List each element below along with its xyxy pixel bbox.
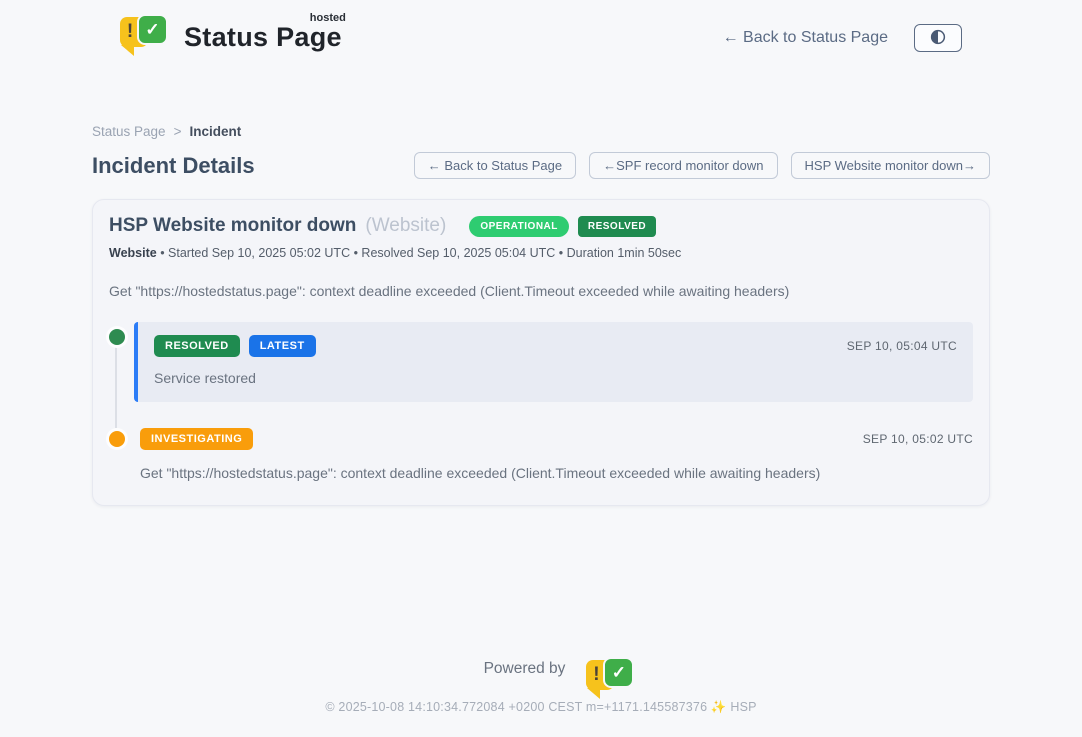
breadcrumb-status-page[interactable]: Status Page — [92, 124, 166, 139]
incident-card: HSP Website monitor down (Website) OPERA… — [92, 199, 990, 506]
incident-title: HSP Website monitor down — [109, 215, 356, 237]
meta-details: • Started Sep 10, 2025 05:02 UTC • Resol… — [160, 246, 681, 260]
status-page-logo-icon: ! ✓ — [120, 14, 168, 58]
latest-badge: LATEST — [249, 335, 316, 357]
timeline-dot-column — [109, 428, 134, 481]
brand-name: Status Page hosted — [184, 22, 342, 53]
resolved-dot-icon — [109, 329, 125, 345]
footer: Powered by ! ✓ © 2025-10-08 14:10:34.772… — [0, 657, 1082, 737]
timeline-entry-header: RESOLVED LATEST SEP 10, 05:04 UTC — [154, 335, 957, 357]
logo-check-bubble: ✓ — [137, 14, 168, 45]
incident-meta: Website • Started Sep 10, 2025 05:02 UTC… — [109, 246, 973, 260]
incident-title-row: HSP Website monitor down (Website) OPERA… — [109, 215, 973, 237]
status-page-app: ! ✓ Status Page hosted ← Back to Status … — [0, 0, 1082, 737]
timeline-timestamp: SEP 10, 05:02 UTC — [863, 432, 973, 446]
timeline-entry-investigating: INVESTIGATING SEP 10, 05:02 UTC Get "htt… — [109, 428, 973, 481]
prev-incident-button[interactable]: ←SPF record monitor down — [589, 152, 777, 179]
title-row: Incident Details ← Back to Status Page ←… — [92, 152, 990, 179]
check-glyph: ✓ — [145, 20, 159, 40]
header-actions: ← Back to Status Page — [723, 24, 962, 52]
timeline-entry-header: INVESTIGATING SEP 10, 05:02 UTC — [140, 428, 973, 450]
meta-service-name: Website — [109, 246, 157, 260]
brand-text: Status Page — [184, 22, 342, 52]
brand-hosted-superscript: hosted — [310, 12, 346, 24]
breadcrumb: Status Page > Incident — [92, 124, 990, 139]
exclaim-glyph: ! — [593, 664, 599, 686]
powered-by-row: Powered by ! ✓ — [0, 657, 1082, 680]
theme-toggle-button[interactable] — [914, 24, 962, 52]
resolved-badge: RESOLVED — [578, 216, 656, 237]
investigating-dot-icon — [109, 431, 125, 447]
investigating-status-badge: INVESTIGATING — [140, 428, 253, 450]
operational-badge: OPERATIONAL — [469, 216, 569, 237]
timeline-entry-latest-box: RESOLVED LATEST SEP 10, 05:04 UTC Servic… — [134, 322, 973, 402]
contrast-icon — [929, 28, 947, 49]
powered-by-logo-icon[interactable]: ! ✓ — [574, 657, 598, 680]
check-glyph: ✓ — [612, 663, 626, 683]
logo-check-bubble: ✓ — [603, 657, 634, 688]
breadcrumb-separator: > — [174, 124, 182, 139]
timeline-message: Get "https://hostedstatus.page": context… — [140, 465, 973, 481]
incident-description: Get "https://hostedstatus.page": context… — [109, 283, 973, 299]
timeline-dot-column — [109, 322, 134, 402]
main-content: Status Page > Incident Incident Details … — [92, 58, 990, 657]
timeline-message: Service restored — [154, 370, 957, 386]
header-back-link[interactable]: ← Back to Status Page — [723, 29, 888, 47]
resolved-status-badge: RESOLVED — [154, 335, 240, 357]
exclaim-glyph: ! — [127, 21, 133, 43]
powered-by-label: Powered by — [484, 660, 566, 678]
timeline-entry-resolved: RESOLVED LATEST SEP 10, 05:04 UTC Servic… — [109, 322, 973, 402]
incident-nav-buttons: ← Back to Status Page ←SPF record monito… — [414, 152, 990, 179]
breadcrumb-incident: Incident — [189, 124, 241, 139]
back-to-status-page-button[interactable]: ← Back to Status Page — [414, 152, 576, 179]
copyright-text: © 2025-10-08 14:10:34.772084 +0200 CEST … — [0, 700, 1082, 715]
next-incident-button[interactable]: HSP Website monitor down→ — [791, 152, 990, 179]
incident-timeline: RESOLVED LATEST SEP 10, 05:04 UTC Servic… — [109, 322, 973, 481]
incident-subtitle: (Website) — [365, 215, 446, 237]
header: ! ✓ Status Page hosted ← Back to Status … — [0, 0, 1082, 58]
timeline-timestamp: SEP 10, 05:04 UTC — [847, 339, 957, 353]
site-logo[interactable]: ! ✓ Status Page hosted — [120, 14, 342, 58]
timeline-entry-box: INVESTIGATING SEP 10, 05:02 UTC Get "htt… — [134, 428, 973, 481]
page-title: Incident Details — [92, 153, 255, 179]
